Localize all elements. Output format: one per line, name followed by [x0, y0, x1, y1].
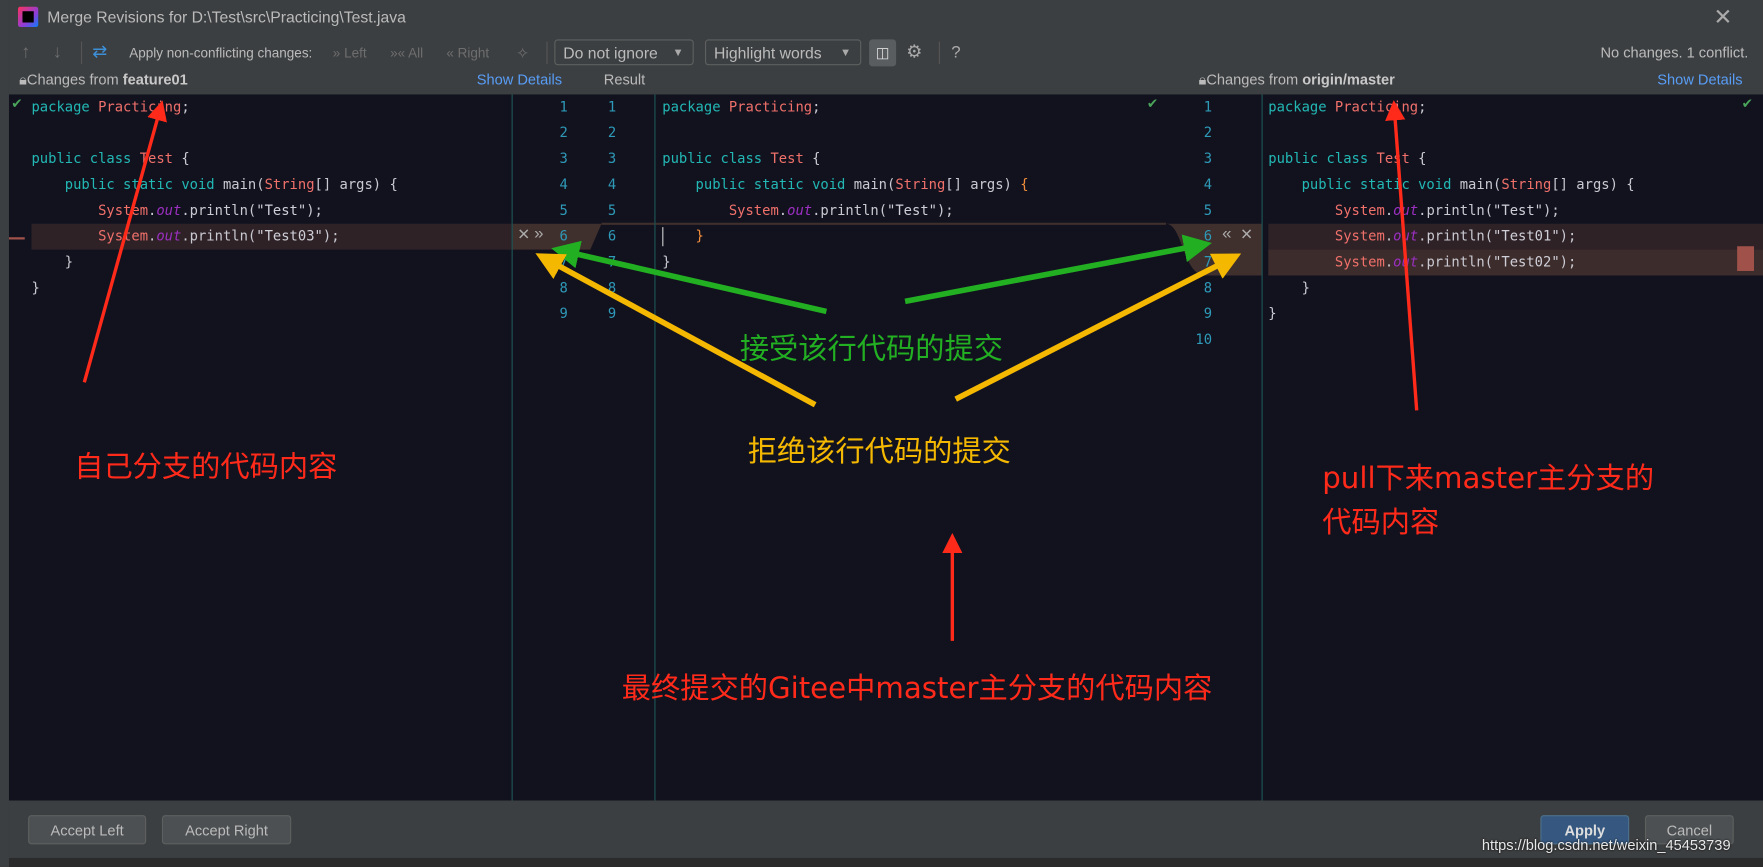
annotation-accept: 接受该行代码的提交	[739, 332, 1003, 367]
annotation-master-line2: 代码内容	[1322, 505, 1440, 540]
green-arrow-left	[551, 240, 828, 315]
annotation-own-branch: 自己分支的代码内容	[74, 450, 338, 485]
red-arrow-left	[82, 100, 167, 383]
annotation-reject: 拒绝该行代码的提交	[747, 435, 1011, 469]
annotation-final: 最终提交的Gitee中master主分支的代码内容	[621, 672, 1213, 707]
green-arrow-right	[904, 234, 1212, 305]
red-arrow-right	[1385, 100, 1419, 411]
annotation-master-line1: pull下来master主分支的	[1322, 462, 1655, 496]
